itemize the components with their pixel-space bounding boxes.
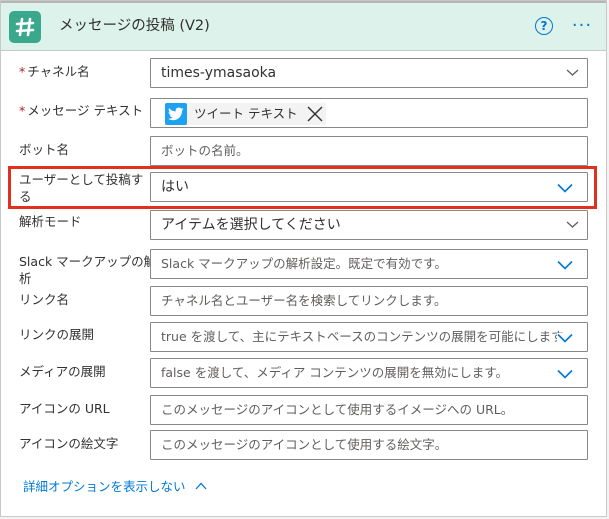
unfurl-media-label: メディアの展開 (19, 364, 106, 379)
icon-emoji-label: アイコンの絵文字 (19, 436, 119, 451)
unfurl-media-placeholder: false を渡して、メディア コンテンツの展開を無効にします。 (161, 365, 509, 380)
unfurl-links-label: リンクの展開 (19, 327, 95, 342)
icon-emoji-placeholder: このメッセージのアイコンとして使用する絵文字。 (161, 437, 448, 452)
link-names-label: リンク名 (19, 292, 70, 307)
parse-mode-label: 解析モード (19, 214, 82, 229)
message-text-label: * メッセージ テキスト (19, 103, 144, 118)
icon-url-label: アイコンの URL (19, 401, 110, 416)
highlight-box (8, 166, 597, 209)
hide-advanced-options-link[interactable]: 詳細オプションを表示しない (23, 476, 207, 495)
channel-name-label: * チャネル名 (19, 64, 90, 79)
unfurl-links-dropdown[interactable]: true を渡して、主にテキストベースのコンテンツの展開を可能にします。 (150, 322, 588, 352)
chevron-down-icon (566, 69, 579, 76)
unfurl-media-dropdown[interactable]: false を渡して、メディア コンテンツの展開を無効にします。 (150, 358, 588, 388)
action-title: メッセージの投稿 (V2) (59, 18, 210, 34)
chevron-down-icon (557, 260, 573, 270)
help-icon[interactable]: ? (535, 17, 553, 35)
bot-name-placeholder: ボットの名前。 (161, 143, 249, 158)
chevron-down-icon (566, 221, 579, 228)
icon-emoji-input[interactable]: このメッセージのアイコンとして使用する絵文字。 (150, 430, 588, 460)
chevron-down-icon (557, 369, 573, 379)
channel-name-dropdown[interactable]: times-ymasaoka (150, 58, 588, 88)
twitter-icon (165, 103, 187, 125)
chevron-down-icon (557, 333, 573, 343)
message-text-field[interactable]: ツイート テキスト (150, 98, 588, 128)
slack-logo-icon (9, 11, 41, 43)
close-icon[interactable] (306, 105, 324, 123)
icon-url-input[interactable]: このメッセージのアイコンとして使用するイメージへの URL。 (150, 395, 588, 425)
link-names-placeholder: チャネル名とユーザー名を検索してリンクします。 (161, 293, 447, 308)
action-card: メッセージの投稿 (V2) ? ··· * チャネル名 times-ymasaok… (0, 0, 607, 517)
bot-name-label: ボット名 (19, 142, 70, 157)
parse-mode-dropdown[interactable]: アイテムを選択してください (150, 210, 588, 240)
slack-markup-label-line2: 析 (19, 271, 32, 286)
tweet-text-token[interactable]: ツイート テキスト (165, 103, 326, 125)
slack-markup-placeholder: Slack マークアップの解析設定。既定で有効です。 (161, 256, 447, 271)
slack-markup-label: Slack マークアップの解 析 (19, 253, 156, 287)
more-options-icon[interactable]: ··· (567, 14, 597, 36)
slack-markup-label-line1: Slack マークアップの解 (19, 254, 157, 269)
parse-mode-value: アイテムを選択してください (161, 217, 341, 233)
chevron-up-icon (195, 482, 206, 489)
icon-url-placeholder: このメッセージのアイコンとして使用するイメージへの URL。 (161, 402, 514, 417)
channel-name-value: times-ymasaoka (161, 65, 277, 81)
action-header[interactable]: メッセージの投稿 (V2) ? ··· (1, 1, 606, 51)
hide-advanced-options-label: 詳細オプションを表示しない (23, 479, 186, 494)
link-names-input[interactable]: チャネル名とユーザー名を検索してリンクします。 (150, 286, 588, 316)
bot-name-input[interactable]: ボットの名前。 (150, 136, 588, 166)
unfurl-links-placeholder: true を渡して、主にテキストベースのコンテンツの展開を可能にします。 (161, 329, 575, 344)
tweet-text-token-label: ツイート テキスト (194, 106, 298, 121)
slack-markup-dropdown[interactable]: Slack マークアップの解析設定。既定で有効です。 (150, 249, 588, 279)
card-top-border (1, 1, 606, 3)
